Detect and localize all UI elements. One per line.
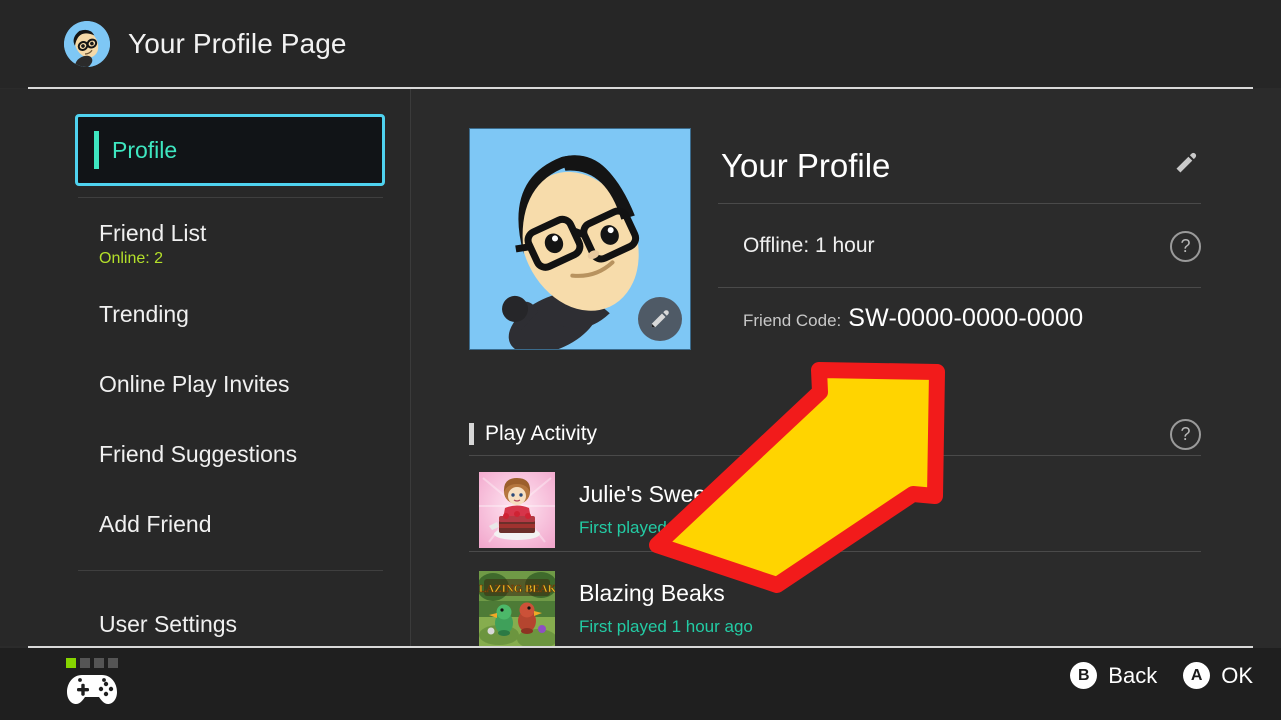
sidebar-divider-bottom <box>78 570 383 571</box>
play-activity-divider-1 <box>469 455 1201 456</box>
question-mark-icon[interactable]: ? <box>1170 230 1201 262</box>
play-activity-item-subtitle: First played 1 hour ago <box>579 617 753 636</box>
hint-ok[interactable]: A OK <box>1183 662 1253 689</box>
main-content: Your Profile Offline: 1 hour ? Friend Co… <box>411 89 1281 647</box>
player-slot-1 <box>66 658 76 668</box>
play-activity-item-title: Julie's Sweets <box>579 481 725 507</box>
player-slot-indicators <box>66 658 119 668</box>
sidebar-nav: Profile Friend List Online: 2 Trending O… <box>0 89 411 646</box>
play-activity-title: Play Activity <box>485 422 598 445</box>
online-status-text: Offline: 1 hour <box>743 234 875 257</box>
hint-ok-label: OK <box>1221 662 1253 688</box>
selection-accent-bar <box>94 131 99 169</box>
sidebar-item-trending[interactable]: Trending <box>99 301 189 328</box>
gamepad-icon <box>67 675 117 704</box>
play-activity-item-title: Blazing Beaks <box>579 580 725 606</box>
sidebar-item-add-friend[interactable]: Add Friend <box>99 511 212 538</box>
sidebar-item-user-settings[interactable]: User Settings <box>99 611 237 638</box>
hint-back-label: Back <box>1108 662 1158 688</box>
question-mark-icon[interactable]: ? <box>1170 418 1201 450</box>
blazing-beaks-thumbnail: BLAZING BEAKS <box>479 571 555 647</box>
play-activity-item[interactable]: BLAZING BEAKS <box>479 571 753 647</box>
pencil-icon <box>651 310 669 328</box>
b-button-icon: B <box>1070 662 1098 689</box>
sidebar-item-friend-list-count: Online: 2 <box>99 250 164 267</box>
sidebar-divider-top <box>78 197 383 198</box>
page-title: Your Profile Page <box>128 28 347 59</box>
play-activity-header: Play Activity ? <box>469 418 1201 450</box>
online-status-row: Offline: 1 hour ? <box>743 216 1201 276</box>
player-slot-4 <box>108 658 118 668</box>
play-activity-item-subtitle: First played 1 hour ago <box>579 518 753 537</box>
play-activity-divider-2 <box>469 551 1201 552</box>
profile-title: Your Profile <box>721 146 891 184</box>
page-header: Your Profile Page <box>0 0 1281 88</box>
player-slot-3 <box>94 658 104 668</box>
footer-bar: B Back A OK <box>0 648 1281 720</box>
sidebar-item-label: Profile <box>112 136 178 163</box>
controller-status[interactable] <box>65 658 119 712</box>
profile-header-row: Your Profile <box>721 128 1201 203</box>
section-accent-bar <box>469 423 474 445</box>
mii-edit-button[interactable] <box>638 297 682 341</box>
mii-portrait[interactable] <box>469 128 691 350</box>
button-hints: B Back A OK <box>1070 662 1253 689</box>
svg-text:BLAZING BEAKS: BLAZING BEAKS <box>479 583 555 595</box>
friend-code-label: Friend Code: <box>743 311 842 330</box>
profile-page-screen: Your Profile Page Profile Friend List On… <box>0 0 1281 720</box>
hint-back[interactable]: B Back <box>1070 662 1157 689</box>
friend-code-value: SW-0000-0000-0000 <box>848 304 1084 332</box>
sidebar-item-online-play-invites[interactable]: Online Play Invites <box>99 371 289 398</box>
friend-code-row: Friend Code: SW-0000-0000-0000 <box>743 304 1213 333</box>
a-button-icon: A <box>1183 662 1211 689</box>
profile-divider-1 <box>718 203 1201 204</box>
julies-sweets-thumbnail <box>479 472 555 548</box>
mii-avatar-icon <box>64 21 110 67</box>
profile-divider-2 <box>718 287 1201 288</box>
sidebar-item-friend-list[interactable]: Friend List <box>99 220 206 247</box>
sidebar-item-friend-suggestions[interactable]: Friend Suggestions <box>99 441 297 468</box>
pencil-icon <box>1176 152 1197 173</box>
sidebar-item-profile[interactable]: Profile <box>75 114 385 186</box>
player-slot-2 <box>80 658 90 668</box>
profile-edit-button[interactable] <box>1173 150 1201 181</box>
play-activity-item[interactable]: Julie's Sweets First played 1 hour ago <box>479 472 753 548</box>
